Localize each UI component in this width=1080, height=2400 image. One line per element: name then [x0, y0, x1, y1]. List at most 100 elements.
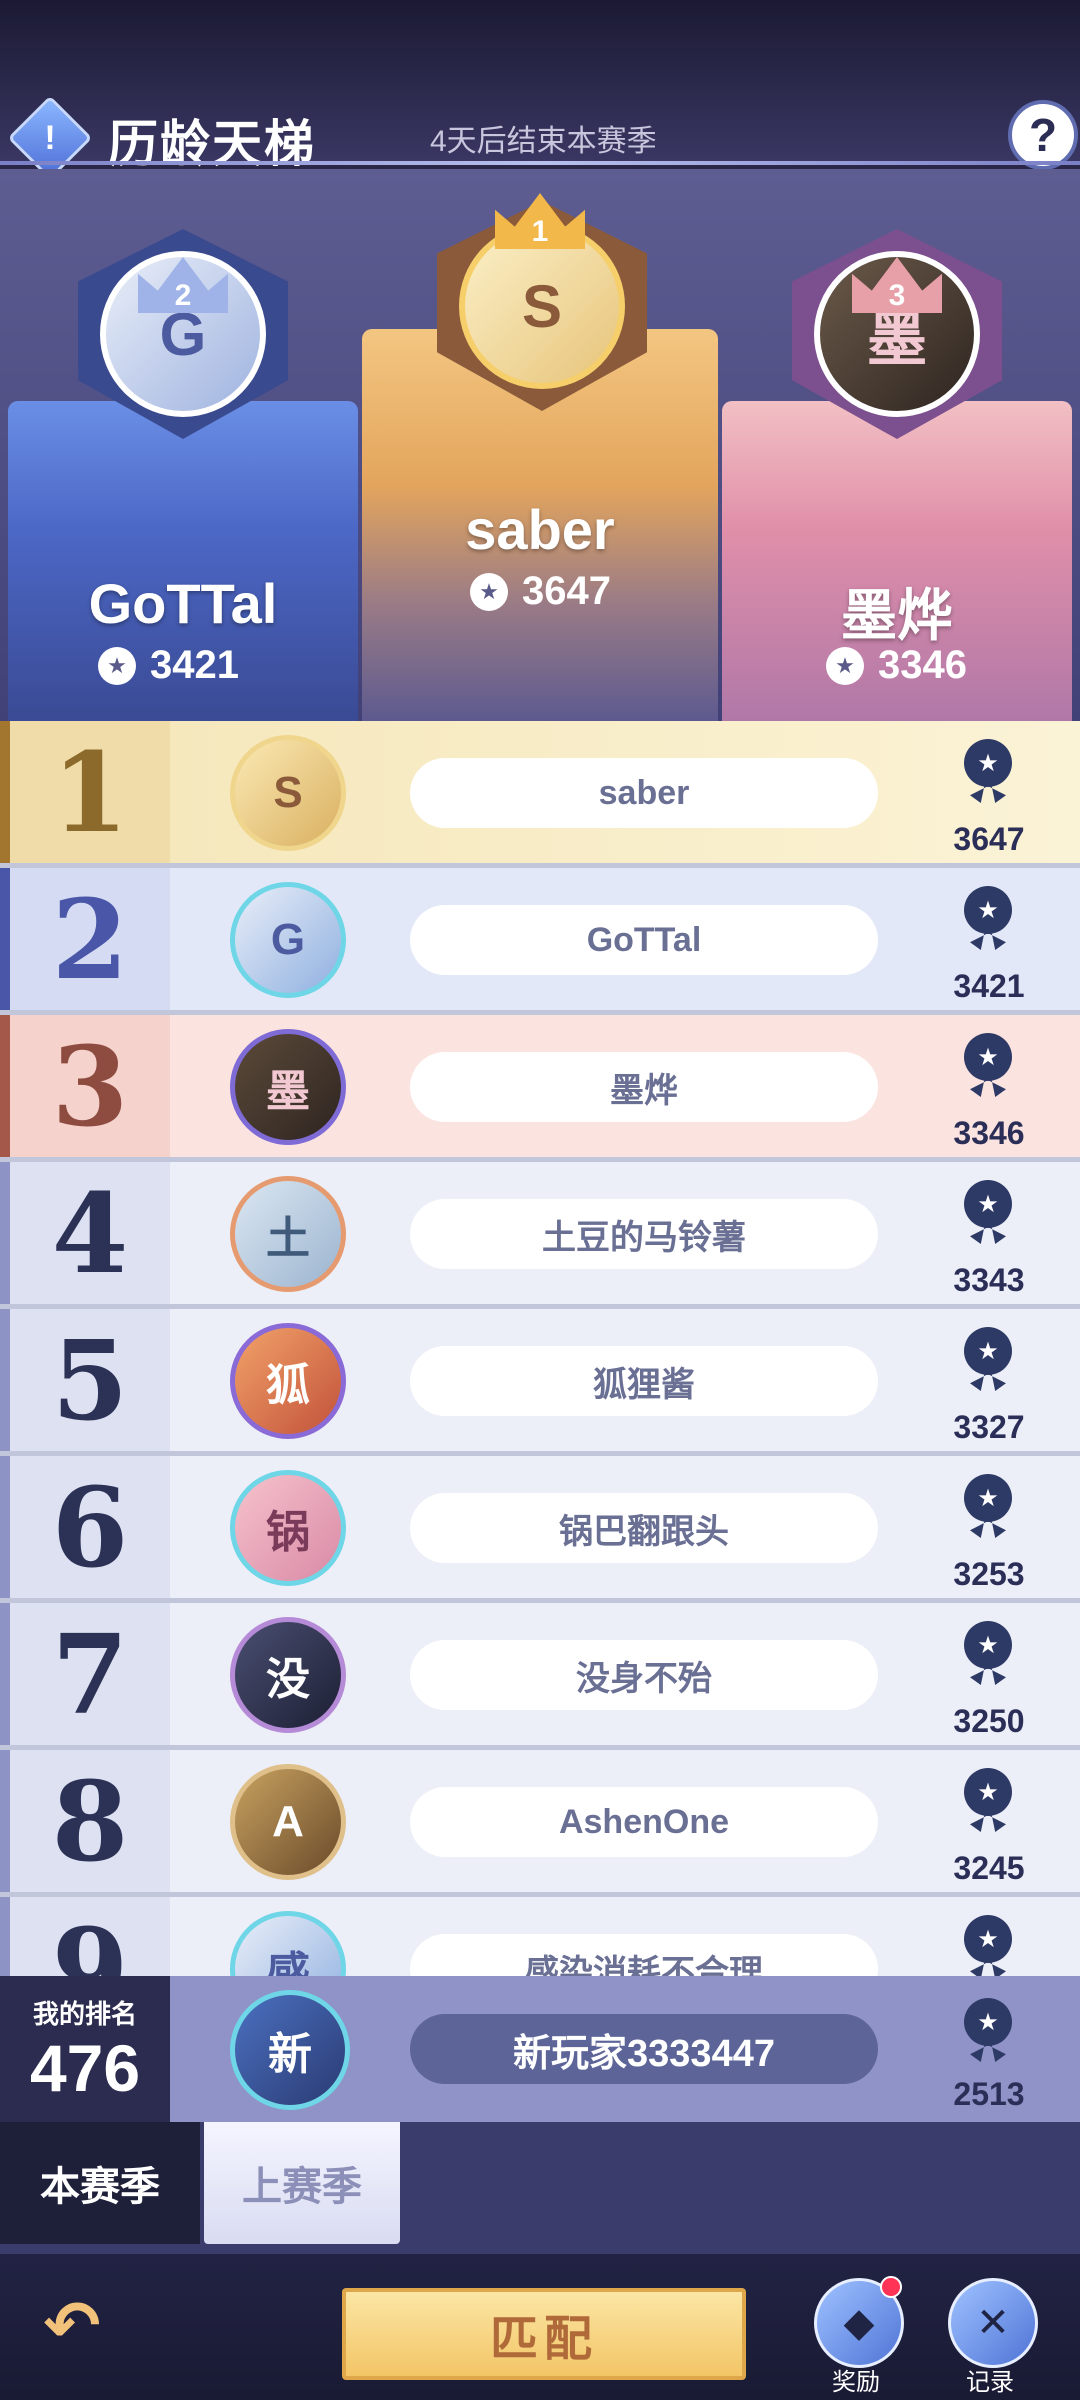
player-name: saber: [410, 758, 878, 828]
row-edge: [0, 721, 10, 863]
table-row[interactable]: 2 G GoTTal ★ 3421: [0, 868, 1080, 1015]
player-avatar[interactable]: 土: [230, 1176, 346, 1292]
rank-number: 5: [10, 1309, 170, 1451]
records-button[interactable]: ✕ 记录: [940, 2278, 1040, 2396]
medal-icon: ★: [960, 1621, 1016, 1685]
table-row[interactable]: 7 没 没身不殆 ★ 3250: [0, 1603, 1080, 1750]
rank-number: 1: [10, 721, 170, 863]
medal-icon: ★: [960, 1033, 1016, 1097]
player-score: 3250: [953, 1703, 1025, 1739]
my-score: 2513: [953, 2076, 1025, 2112]
rank-number: 9: [10, 1897, 170, 1976]
match-button[interactable]: 匹配: [342, 2288, 746, 2380]
bottom-bar: ↶ 匹配 ◆ 奖励 ✕ 记录: [0, 2254, 1080, 2400]
page-title: 历龄天梯: [108, 116, 316, 172]
player-score: 3253: [953, 1556, 1025, 1592]
podium-first-score: ★ 3647: [470, 569, 611, 614]
player-score: 3647: [953, 821, 1025, 857]
player-score: 3421: [953, 968, 1025, 1004]
rank-number: 8: [10, 1750, 170, 1892]
rank-number: 4: [10, 1162, 170, 1304]
player-avatar[interactable]: A: [230, 1764, 346, 1880]
my-avatar[interactable]: 新: [230, 1990, 350, 2110]
player-avatar[interactable]: 没: [230, 1617, 346, 1733]
table-row[interactable]: 5 狐 狐狸酱 ★ 3327: [0, 1309, 1080, 1456]
player-avatar[interactable]: S: [230, 735, 346, 851]
medal-icon: ★: [960, 1768, 1016, 1832]
player-avatar[interactable]: 狐: [230, 1323, 346, 1439]
player-name: 感染消耗不合理: [410, 1934, 878, 1976]
table-row[interactable]: 3 墨 墨烨 ★ 3346: [0, 1015, 1080, 1162]
rewards-label: 奖励: [832, 2369, 880, 2396]
table-row[interactable]: 6 锅 锅巴翻跟头 ★ 3253: [0, 1456, 1080, 1603]
podium: G 2 GoTTal ★ 3421 S 1 saber ★ 3647 墨 3 墨…: [0, 169, 1080, 721]
table-row[interactable]: 4 土 土豆的马铃薯 ★ 3343: [0, 1162, 1080, 1309]
player-avatar[interactable]: 感: [230, 1911, 346, 1976]
player-score: 3343: [953, 1262, 1025, 1298]
tab-previous-season[interactable]: 上赛季: [204, 2122, 400, 2244]
calendar-icon: ✕: [948, 2278, 1038, 2368]
records-label: 记录: [966, 2369, 1014, 2396]
player-score: 3245: [953, 1850, 1025, 1886]
player-name: AshenOne: [410, 1787, 878, 1857]
podium-second-name: GoTTal: [88, 572, 278, 635]
podium-third-score-value: 3346: [878, 643, 967, 687]
podium-first-score-value: 3647: [522, 569, 611, 613]
back-button[interactable]: ↶: [30, 2284, 114, 2368]
medal-icon: ★: [826, 646, 864, 685]
rank-number: 6: [10, 1456, 170, 1598]
my-name: 新玩家3333447: [410, 2014, 878, 2084]
row-edge: [0, 868, 10, 1010]
my-rank-label: 我的排名: [32, 1999, 137, 2029]
my-rank-row[interactable]: 我的排名 476 新 新玩家3333447 ★ 2513: [0, 1976, 1080, 2122]
top-bar: ! 历龄天梯 4天后结束本赛季 ?: [0, 0, 1080, 181]
row-edge: [0, 1897, 10, 1976]
player-avatar[interactable]: G: [230, 882, 346, 998]
medal-icon: ★: [470, 572, 508, 611]
rank-number: 7: [10, 1603, 170, 1745]
medal-icon: ★: [960, 1915, 1016, 1976]
row-edge: [0, 1015, 10, 1157]
medal-icon: ★: [960, 1327, 1016, 1391]
info-button[interactable]: !: [7, 95, 93, 181]
podium-third-name: 墨烨: [841, 584, 953, 647]
season-countdown: 4天后结束本赛季: [430, 125, 657, 158]
player-score: 3327: [953, 1409, 1025, 1445]
podium-third-score: ★ 3346: [826, 643, 967, 688]
medal-icon: ★: [960, 739, 1016, 803]
ranking-list[interactable]: 1 S saber ★ 3647 2 G GoTTal ★ 3421 3 墨 墨…: [0, 721, 1080, 1976]
row-edge: [0, 1309, 10, 1451]
medal-icon: ★: [960, 1474, 1016, 1538]
row-edge: [0, 1603, 10, 1745]
player-avatar[interactable]: 墨: [230, 1029, 346, 1145]
info-icon: !: [44, 118, 56, 157]
medal-icon: ★: [960, 1180, 1016, 1244]
my-rank-number: 476: [29, 2031, 141, 2105]
player-name: 没身不殆: [410, 1640, 878, 1710]
player-name: 墨烨: [410, 1052, 878, 1122]
medal-icon: ★: [960, 1998, 1016, 2062]
table-row[interactable]: 8 A AshenOne ★ 3245: [0, 1750, 1080, 1897]
row-edge: [0, 1456, 10, 1598]
rank-number: 3: [10, 1015, 170, 1157]
back-arrow-icon: ↶: [43, 2287, 101, 2364]
table-row[interactable]: 9 感 感染消耗不合理 ★: [0, 1897, 1080, 1976]
medal-icon: ★: [960, 886, 1016, 950]
player-name: GoTTal: [410, 905, 878, 975]
row-edge: [0, 1162, 10, 1304]
my-rank-box: 我的排名 476: [0, 1976, 170, 2122]
table-row[interactable]: 1 S saber ★ 3647: [0, 721, 1080, 868]
rank-number: 2: [10, 868, 170, 1010]
medal-icon: ★: [98, 646, 136, 685]
podium-second-score: ★ 3421: [98, 643, 239, 688]
notification-dot: [880, 2276, 902, 2298]
podium-second-score-value: 3421: [150, 643, 239, 687]
tab-current-season[interactable]: 本赛季: [0, 2122, 200, 2244]
rewards-button[interactable]: ◆ 奖励: [806, 2276, 906, 2396]
player-name: 锅巴翻跟头: [410, 1493, 878, 1563]
help-button[interactable]: ?: [1008, 100, 1078, 170]
podium-first-name: saber: [465, 498, 615, 561]
season-tabs: 本赛季 上赛季: [0, 2122, 1080, 2254]
player-avatar[interactable]: 锅: [230, 1470, 346, 1586]
player-score: 3346: [953, 1115, 1025, 1151]
